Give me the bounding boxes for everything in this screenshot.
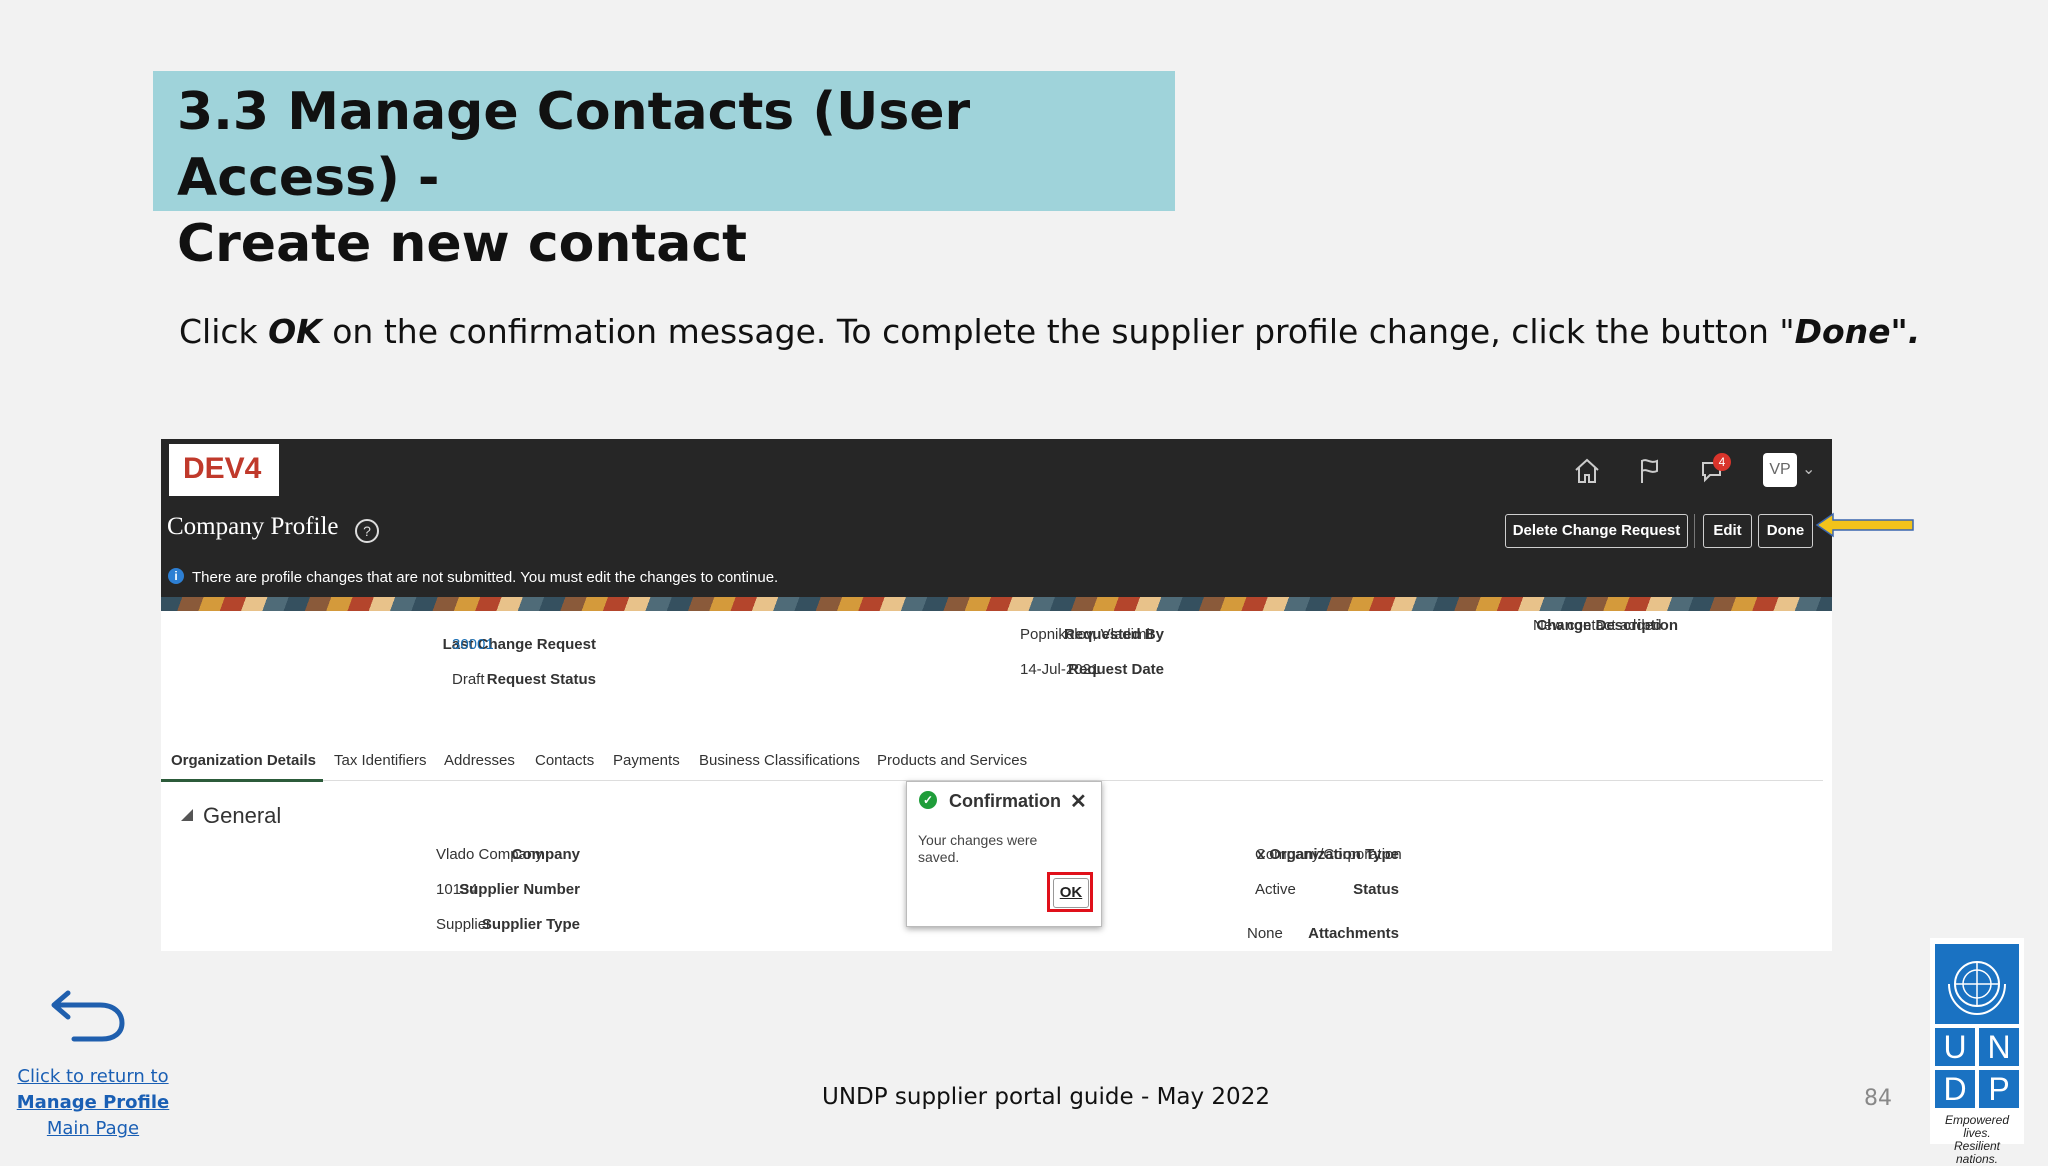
success-check-icon: ✓ <box>919 791 937 809</box>
attachments-value: None <box>1247 925 1283 942</box>
company-value: Vlado Company <box>436 846 543 863</box>
info-icon: i <box>168 568 184 584</box>
delete-change-request-button[interactable]: Delete Change Request <box>1505 514 1688 548</box>
undp-tagline-1: Empowered lives. <box>1944 1113 2010 1140</box>
return-link-line1: Click to return to <box>17 1066 169 1087</box>
supplier-type-label: Supplier Type <box>481 916 580 933</box>
instruction-text: Click OK on the confirmation message. To… <box>179 312 1920 351</box>
dialog-title: Confirmation <box>949 791 1061 811</box>
app-screenshot: DEV4 4 VP ⌄ Company Profile ? Delete Cha… <box>161 439 1832 951</box>
requested-by-value: Popnikolov, Vladimir <box>1020 626 1155 643</box>
collapse-triangle-icon[interactable] <box>181 809 193 821</box>
status-value: Active <box>1255 881 1296 898</box>
undp-letter-d: D <box>1935 1070 1975 1108</box>
section-general-title: General <box>203 803 282 828</box>
active-tab-indicator <box>161 779 323 782</box>
request-date-value: 14-Jul-2021 <box>1020 661 1100 678</box>
confirmation-dialog: ✓ Confirmation ✕ Your changes were saved… <box>906 781 1102 927</box>
tab-addresses[interactable]: Addresses <box>444 752 515 769</box>
decorative-banner <box>161 597 1832 611</box>
request-status-value: Draft <box>452 671 485 688</box>
undp-letter-u: U <box>1935 1028 1975 1066</box>
tab-contacts[interactable]: Contacts <box>535 752 594 769</box>
app-header: DEV4 4 VP ⌄ Company Profile ? Delete Cha… <box>161 439 1832 597</box>
instruction-done: Done". <box>1794 312 1921 351</box>
info-message: There are profile changes that are not s… <box>192 569 779 586</box>
request-status-label: Request Status <box>486 671 596 688</box>
tab-products-and-services[interactable]: Products and Services <box>877 752 1027 769</box>
slide-footer: UNDP supplier portal guide - May 2022 <box>822 1084 1270 1110</box>
edit-button[interactable]: Edit <box>1703 514 1752 548</box>
undp-tagline: Empowered lives. Resilient nations. <box>1932 1114 2022 1166</box>
instruction-ok: OK <box>268 312 322 351</box>
attachments-label: Attachments <box>1308 925 1399 942</box>
slide-title: 3.3 Manage Contacts (User Access) - Crea… <box>177 82 971 274</box>
done-button[interactable]: Done <box>1758 514 1813 548</box>
supplier-type-value: Supplier <box>436 916 492 933</box>
notification-badge: 4 <box>1713 453 1731 471</box>
last-change-request-link[interactable]: 30001 <box>452 636 494 653</box>
return-link-line2: Manage Profile <box>16 1092 170 1113</box>
status-label: Status <box>1353 881 1399 898</box>
return-to-main-page-link[interactable]: Click to return to Manage Profile Main P… <box>14 1064 172 1142</box>
instruction-part2: on the confirmation message. To complete… <box>321 312 1795 351</box>
return-arrow-icon[interactable] <box>48 985 130 1045</box>
slide-title-box: 3.3 Manage Contacts (User Access) - Crea… <box>153 71 1175 274</box>
tab-payments[interactable]: Payments <box>613 752 680 769</box>
undp-logo: U N D P Empowered lives. Resilient natio… <box>1930 938 2024 1166</box>
un-emblem <box>1935 944 2019 1024</box>
page-title: Company Profile <box>167 513 339 540</box>
help-icon[interactable]: ? <box>355 519 379 543</box>
pointer-arrow-icon <box>1815 512 1914 538</box>
user-avatar[interactable]: VP <box>1763 453 1797 487</box>
toolbar-separator <box>1694 514 1695 548</box>
dialog-message: Your changes were saved. <box>918 832 1038 865</box>
un-emblem-icon <box>1948 961 2006 1016</box>
tab-organization-details[interactable]: Organization Details <box>171 752 316 769</box>
flag-icon[interactable] <box>1635 456 1665 486</box>
return-link-line3: Main Page <box>46 1118 140 1139</box>
page-number: 84 <box>1864 1086 1892 1111</box>
home-icon[interactable] <box>1572 456 1602 486</box>
undp-letter-p: P <box>1979 1070 2019 1108</box>
tab-business-classifications[interactable]: Business Classifications <box>699 752 860 769</box>
undp-tagline-2: Resilient nations. <box>1953 1139 2001 1166</box>
tab-tax-identifiers[interactable]: Tax Identifiers <box>334 752 427 769</box>
undp-letter-n: N <box>1979 1028 2019 1066</box>
close-icon[interactable]: ✕ <box>1070 789 1087 814</box>
instruction-part1: Click <box>179 312 269 351</box>
organization-type-value: Company/Corporation <box>1255 846 1402 863</box>
supplier-number-value: 10134 <box>436 881 478 898</box>
env-logo[interactable]: DEV4 <box>169 444 279 496</box>
change-description-value: New contact added <box>1533 617 1662 634</box>
env-label: DEV4 <box>183 452 262 485</box>
ok-button[interactable]: OK <box>1053 878 1089 908</box>
chevron-down-icon[interactable]: ⌄ <box>1802 459 1815 479</box>
